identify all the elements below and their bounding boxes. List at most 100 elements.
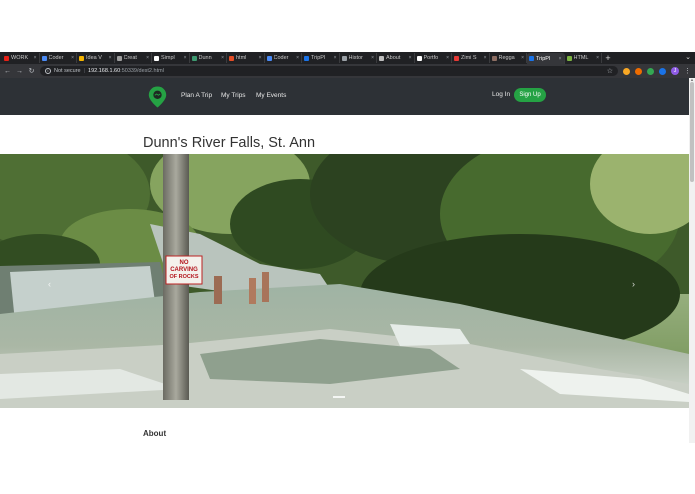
nav-my-trips[interactable]: My Trips (221, 92, 246, 99)
carousel-next-icon[interactable]: › (632, 279, 635, 289)
extension-icon[interactable] (623, 67, 630, 75)
extension-icon[interactable] (635, 67, 642, 75)
browser-tab[interactable]: Idea V × (77, 53, 115, 63)
login-link[interactable]: Log In (492, 91, 510, 98)
tab-favicon-icon (566, 55, 572, 61)
browser-tab[interactable]: Regga × (490, 53, 527, 63)
url-host: 192.168.1.60 (88, 68, 121, 74)
tab-favicon-icon (191, 55, 197, 61)
browser-tab[interactable]: html × (227, 53, 265, 63)
tab-close-icon[interactable]: × (334, 55, 337, 61)
browser-tab[interactable]: TripPl × (302, 53, 340, 63)
browser-tab[interactable]: Portfo × (415, 53, 452, 63)
tab-label: Dunn (198, 55, 212, 61)
tab-label: About (386, 55, 401, 61)
address-toolbar: ← → ↻ i Not secure | 192.168.1.60:50339/… (0, 64, 695, 78)
nav-my-events[interactable]: My Events (256, 92, 286, 99)
browser-tab[interactable]: TripPl × (527, 53, 565, 64)
tab-strip: WORK × Coder × Idea V × Creat × Simpl × Dunn × html ×… (0, 52, 695, 64)
tab-favicon-icon (454, 55, 459, 61)
tab-close-icon[interactable]: × (34, 55, 37, 61)
tab-favicon-icon (304, 55, 309, 61)
reload-icon[interactable]: ↻ (28, 68, 35, 75)
profile-avatar[interactable]: J (671, 67, 679, 75)
tab-favicon-icon (154, 55, 159, 61)
tab-label: Zimi S (461, 55, 477, 61)
tab-label: Portfo (423, 55, 439, 61)
browser-tab[interactable]: WORK × (2, 53, 40, 63)
tab-label: TripPl (536, 55, 551, 62)
page-scrollbar[interactable]: ▲ (689, 78, 695, 443)
browser-tab[interactable]: Creat × (115, 53, 152, 63)
tab-label: TripPl (311, 55, 326, 61)
tab-close-icon[interactable]: × (484, 55, 487, 61)
tab-favicon-icon (341, 55, 347, 61)
tab-favicon-icon (379, 55, 384, 61)
back-icon[interactable]: ← (4, 68, 11, 75)
extensions-puzzle-icon[interactable] (659, 67, 666, 75)
tab-favicon-icon (529, 56, 534, 61)
sign-line-2: CARVING (170, 267, 198, 273)
tab-favicon-icon (4, 55, 9, 61)
window-menu-icon[interactable]: ⌄ (685, 53, 691, 61)
browser-tab[interactable]: Zimi S × (452, 53, 490, 63)
carousel-prev-icon[interactable]: ‹ (48, 279, 51, 289)
browser-tab[interactable]: Dunn × (190, 53, 227, 63)
tab-close-icon[interactable]: × (259, 55, 262, 61)
tab-label: Coder (48, 55, 64, 61)
tab-label: Idea V (86, 55, 102, 61)
browser-tab[interactable]: HTML × (565, 53, 602, 63)
tab-label: Histor (348, 55, 363, 61)
tab-favicon-icon (41, 55, 47, 61)
hero-carousel: NO CARVING OF ROCKS ‹ › (0, 154, 689, 408)
tab-close-icon[interactable]: × (521, 55, 524, 61)
tab-close-icon[interactable]: × (146, 55, 149, 61)
tab-favicon-icon (266, 55, 272, 61)
address-bar[interactable]: i Not secure | 192.168.1.60:50339/dest2.… (40, 66, 618, 76)
tab-label: Coder (273, 55, 289, 61)
tab-close-icon[interactable]: × (596, 55, 599, 61)
browser-tab[interactable]: About × (377, 53, 415, 63)
forward-icon[interactable]: → (16, 68, 23, 75)
tab-label: HTML (573, 55, 589, 61)
browser-window: WORK × Coder × Idea V × Creat × Simpl × Dunn × html ×… (0, 52, 695, 443)
waterfall-photo: NO CARVING OF ROCKS (0, 154, 689, 408)
scrollbar-thumb[interactable] (690, 82, 694, 182)
tab-close-icon[interactable]: × (446, 55, 449, 61)
tab-favicon-icon (79, 55, 84, 61)
info-icon[interactable]: i (45, 68, 51, 74)
tab-close-icon[interactable]: × (296, 55, 299, 61)
sign-line-3: OF ROCKS (169, 274, 198, 280)
tab-close-icon[interactable]: × (559, 56, 562, 62)
tab-favicon-icon (491, 55, 497, 61)
browser-tab[interactable]: Histor × (340, 53, 377, 63)
bookmark-star-icon[interactable]: ☆ (607, 67, 613, 75)
tab-favicon-icon (416, 55, 422, 61)
tab-label: html (236, 55, 247, 61)
browser-tab[interactable]: Coder × (40, 53, 77, 63)
browser-tab[interactable]: Coder × (265, 53, 302, 63)
security-label: Not secure (54, 68, 81, 74)
carousel-indicator[interactable] (333, 396, 345, 398)
new-tab-button[interactable]: + (602, 53, 614, 63)
tab-close-icon[interactable]: × (71, 55, 74, 61)
tab-close-icon[interactable]: × (221, 55, 224, 61)
tab-label: Creat (123, 55, 137, 61)
url-path: :50339/dest2.html (120, 68, 164, 74)
about-heading: About (143, 429, 167, 438)
tab-close-icon[interactable]: × (371, 55, 374, 61)
tab-close-icon[interactable]: × (184, 55, 187, 61)
sign-line-1: NO (180, 260, 189, 266)
browser-tab[interactable]: Simpl × (152, 53, 190, 63)
page-title: Dunn's River Falls, St. Ann (143, 135, 316, 151)
nav-plan-a-trip[interactable]: Plan A Trip (181, 92, 212, 99)
tab-close-icon[interactable]: × (109, 55, 112, 61)
signup-button[interactable]: Sign Up (514, 88, 546, 102)
map-pin-icon[interactable] (148, 86, 167, 108)
tab-favicon-icon (229, 55, 234, 61)
extension-icon[interactable] (647, 67, 654, 75)
tab-favicon-icon (116, 55, 122, 61)
browser-menu-icon[interactable]: ⋮ (684, 67, 691, 75)
tab-label: WORK (11, 55, 29, 61)
tab-close-icon[interactable]: × (409, 55, 412, 61)
